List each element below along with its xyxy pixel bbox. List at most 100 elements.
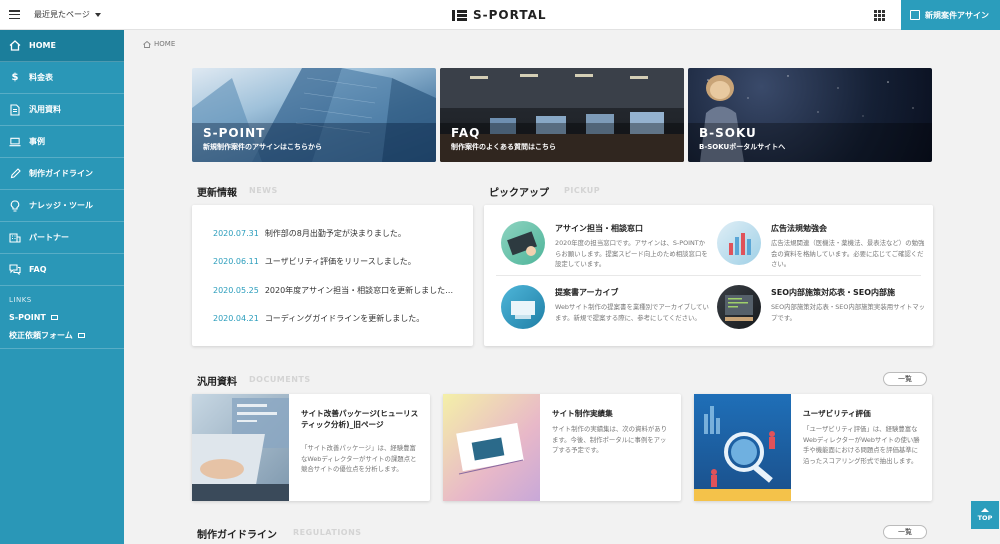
document-icon [9, 103, 21, 116]
laptop-icon [9, 136, 21, 148]
pickup-item-ad-law[interactable]: 広告法規勉強会 広告法規関連（医機法・薬機法、景表法など）の勉強会の資料を格納し… [717, 221, 927, 269]
document-thumbnail [443, 394, 540, 501]
sidebar-item-guidelines[interactable]: 制作ガイドライン [0, 158, 124, 190]
pickup-item-assign[interactable]: アサイン担当・相談窓口 2020年度の担当窓口です。アサインは、S-POINTか… [501, 221, 711, 269]
pickup-thumbnail [717, 285, 761, 329]
sidebar-item-home[interactable]: HOME [0, 30, 124, 62]
document-thumbnail [192, 394, 289, 501]
app-grid-icon[interactable] [874, 10, 885, 21]
hero-subtitle: 新規制作案件のアサインはこちらから [203, 143, 322, 151]
back-to-top-label: TOP [977, 514, 993, 522]
sidebar: HOME $ 料金表 汎用資料 事例 制作ガイドライン ナレッジ・ツール パート… [0, 30, 124, 544]
documents-section-subtitle: DOCUMENTS [249, 375, 311, 384]
pickup-divider [496, 275, 921, 276]
new-assign-button[interactable]: 新規案件アサイン [901, 0, 1000, 30]
sidebar-item-documents[interactable]: 汎用資料 [0, 94, 124, 126]
pickup-card: アサイン担当・相談窓口 2020年度の担当窓口です。アサインは、S-POINTか… [484, 205, 933, 346]
document-desc: サイト制作の実績集は、次の資料があります。今後、制作ポータルに事例をアップする予… [552, 425, 668, 454]
pickup-thumbnail [501, 221, 545, 265]
sidebar-item-knowledge[interactable]: ナレッジ・ツール [0, 190, 124, 222]
pencil-icon [9, 168, 21, 180]
news-item[interactable]: 2020.07.31 制作部の8月出勤予定が決まりました。 [213, 228, 406, 239]
logo-mark-icon [452, 9, 467, 21]
pickup-section-title: ピックアップ [489, 188, 549, 199]
sidebar-item-pricing[interactable]: $ 料金表 [0, 62, 124, 94]
home-icon [9, 40, 21, 52]
assign-icon [910, 10, 920, 20]
news-text: コーディングガイドラインを更新しました。 [264, 314, 425, 323]
news-date: 2020.04.21 [213, 314, 259, 323]
news-card: 2020.07.31 制作部の8月出勤予定が決まりました。 2020.06.11 ユ… [192, 205, 473, 346]
news-section-title: 更新情報 [197, 188, 237, 199]
sidebar-item-faq[interactable]: FAQ [0, 254, 124, 286]
recent-pages-dropdown[interactable]: 最近見たページ [34, 9, 101, 20]
news-item[interactable]: 2020.04.21 コーディングガイドラインを更新しました。 [213, 313, 424, 324]
news-item[interactable]: 2020.05.25 2020年度アサイン担当・相談窓口を更新しました… [213, 285, 453, 296]
arrow-up-icon [981, 508, 989, 512]
hamburger-menu-icon[interactable] [9, 10, 20, 20]
hero-title: S-POINT [203, 126, 266, 140]
hero-b-soku[interactable]: B-SOKU B-SOKUポータルサイトへ [688, 68, 932, 162]
news-text: 制作部の8月出勤予定が決まりました。 [264, 229, 406, 238]
news-text: 2020年度アサイン担当・相談窓口を更新しました… [264, 286, 454, 295]
news-date: 2020.05.25 [213, 286, 259, 295]
documents-more-button[interactable]: 一覧 [883, 372, 927, 386]
pickup-title: SEO内部施策対応表・SEO内部施 [771, 288, 896, 297]
news-date: 2020.07.31 [213, 229, 259, 238]
sidebar-link-label: 校正依頼フォーム [9, 330, 73, 340]
document-card-site-improvement[interactable]: サイト改善パッケージ(ヒューリスティック分析)_旧ページ 「サイト改善パッケージ… [192, 394, 430, 501]
recent-pages-label: 最近見たページ [34, 10, 90, 19]
pickup-desc: 広告法規関連（医機法・薬機法、景表法など）の勉強会の資料を格納しています。必要に… [771, 239, 925, 268]
regulations-section-subtitle: REGULATIONS [293, 528, 362, 537]
news-section-subtitle: NEWS [249, 186, 278, 195]
links-heading: LINKS [9, 296, 32, 304]
hero-title: FAQ [451, 126, 481, 140]
news-item[interactable]: 2020.06.11 ユーザビリティ評価をリリースしました。 [213, 256, 416, 267]
home-icon [143, 40, 151, 48]
news-text: ユーザビリティ評価をリリースしました。 [264, 257, 416, 266]
back-to-top-button[interactable]: TOP [971, 501, 999, 529]
dollar-icon: $ [11, 72, 19, 83]
lightbulb-icon [9, 199, 21, 212]
document-title: ユーザビリティ評価 [803, 409, 871, 418]
document-desc: 「ユーザビリティ評価」は、経験豊富なWebディレクターがWebサイトの使い勝手や… [803, 425, 920, 465]
top-header: 最近見たページ S-PORTAL 新規案件アサイン [0, 0, 1000, 30]
logo-text: S-PORTAL [473, 8, 547, 22]
sidebar-item-label: ナレッジ・ツール [29, 201, 93, 210]
hero-faq[interactable]: FAQ 制作案件のよくある質問はこちら [440, 68, 684, 162]
sidebar-link-s-point[interactable]: S-POINT [0, 308, 124, 326]
sidebar-item-label: パートナー [29, 233, 69, 242]
pickup-thumbnail [717, 221, 761, 265]
sidebar-item-label: 事例 [29, 137, 45, 146]
hero-subtitle: B-SOKUポータルサイトへ [699, 143, 786, 151]
pickup-desc: 2020年度の担当窓口です。アサインは、S-POINTからお願いします。提案スピ… [555, 239, 708, 268]
pickup-title: 広告法規勉強会 [771, 224, 827, 233]
sidebar-divider [0, 348, 124, 349]
document-card-usability[interactable]: ユーザビリティ評価 「ユーザビリティ評価」は、経験豊富なWebディレクターがWe… [694, 394, 932, 501]
hero-s-point[interactable]: S-POINT 新規制作案件のアサインはこちらから [192, 68, 436, 162]
document-thumbnail [694, 394, 791, 501]
hero-title: B-SOKU [699, 126, 757, 140]
external-window-icon [50, 314, 58, 320]
sidebar-link-proofread-form[interactable]: 校正依頼フォーム [0, 326, 124, 344]
hero-subtitle: 制作案件のよくある質問はこちら [451, 143, 556, 151]
sidebar-item-label: FAQ [29, 265, 47, 274]
breadcrumb: HOME [143, 40, 175, 48]
sidebar-item-partners[interactable]: パートナー [0, 222, 124, 254]
sidebar-item-cases[interactable]: 事例 [0, 126, 124, 158]
pickup-item-seo[interactable]: SEO内部施策対応表・SEO内部施 SEO内部施策対応表・SEO内部施策実装用サ… [717, 285, 927, 333]
sidebar-item-label: 料金表 [29, 73, 53, 82]
sidebar-item-label: 汎用資料 [29, 105, 61, 114]
document-title: サイト制作実績集 [552, 409, 613, 418]
pickup-title: 提案書アーカイブ [555, 288, 619, 297]
pickup-item-proposal[interactable]: 提案書アーカイブ Webサイト制作の提案書を業種別でアーカイブしています。新規で… [501, 285, 711, 333]
document-card-portfolio[interactable]: サイト制作実績集 サイト制作の実績集は、次の資料があります。今後、制作ポータルに… [443, 394, 681, 501]
pickup-thumbnail [501, 285, 545, 329]
pickup-section-subtitle: PICKUP [564, 186, 601, 195]
breadcrumb-home-link[interactable]: HOME [154, 40, 175, 48]
site-logo[interactable]: S-PORTAL [452, 7, 547, 23]
regulations-more-button[interactable]: 一覧 [883, 525, 927, 539]
new-assign-label: 新規案件アサイン [925, 10, 989, 20]
building-icon [9, 232, 21, 244]
external-window-icon [77, 332, 85, 338]
